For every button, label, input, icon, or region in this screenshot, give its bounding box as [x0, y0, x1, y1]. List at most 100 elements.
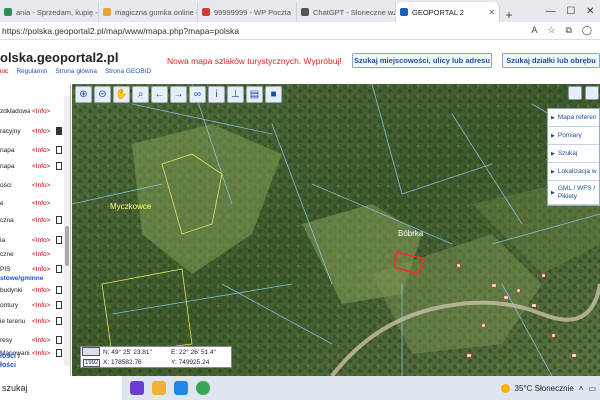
layer-info-link[interactable]: <Info> — [32, 200, 50, 207]
layer-row[interactable]: ia <Info> — [0, 233, 62, 247]
section-heading[interactable]: stowe/gminne — [0, 275, 43, 282]
document-icon[interactable] — [56, 336, 62, 344]
print-icon[interactable]: ▤ — [246, 85, 263, 103]
zoom-area-icon[interactable]: ⌕ — [132, 85, 149, 103]
network-icon[interactable]: ▭ — [588, 384, 596, 393]
document-icon[interactable] — [56, 216, 62, 224]
measure-icon[interactable]: ⊥ — [227, 85, 244, 103]
promo-link[interactable]: Nowa mapa szlaków turystycznych. Wypróbu… — [167, 56, 342, 66]
search-address-button[interactable]: Szukaj miejscowości, ulicy lub adresu — [352, 53, 492, 68]
layer-row[interactable]: budynki <Info> — [0, 283, 62, 297]
layout-icon[interactable] — [568, 86, 582, 100]
scrollbar-thumb[interactable] — [65, 226, 69, 266]
maximize-button[interactable]: ☐ — [566, 6, 575, 17]
layer-row[interactable]: ie terenu <Info> — [0, 314, 62, 328]
subnav-geobid[interactable]: Strona GEOBID — [105, 68, 151, 75]
layer-info-link[interactable]: <Info> — [32, 108, 50, 115]
layer-info-link[interactable]: <Info> — [32, 266, 50, 273]
tab-geoportal[interactable]: GEOPORTAL 2 ✕ — [396, 2, 500, 22]
tab-mail[interactable]: 99999999 - WP Poczta ✕ — [198, 2, 297, 22]
chrome-icon[interactable] — [196, 381, 210, 395]
layer-row[interactable]: ontury <Info> — [0, 298, 62, 312]
aerial-map[interactable]: Myczkowce Bóbrka — [72, 84, 600, 376]
layer-info-link[interactable]: <Info> — [32, 350, 50, 357]
site-logo[interactable]: olska.geoportal2.pl — [0, 50, 118, 65]
file-explorer-icon[interactable] — [152, 381, 166, 395]
layer-info-link[interactable]: <Info> — [32, 217, 50, 224]
sidebar-scrollbar[interactable] — [64, 96, 70, 366]
document-icon[interactable] — [56, 127, 62, 135]
panel-item-search[interactable]: ▶ Szukaj — [548, 145, 599, 163]
layer-info-link[interactable]: <Info> — [32, 163, 50, 170]
zoom-out-icon[interactable]: ⊖ — [94, 85, 111, 103]
map-view[interactable]: Myczkowce Bóbrka — [72, 84, 600, 376]
subnav-fragment[interactable]: ioc — [0, 68, 8, 75]
new-tab-button[interactable]: + — [500, 8, 518, 22]
tab-chatgpt[interactable]: ChatGPT - Słoneczne wzgórz ✕ — [297, 2, 396, 22]
subnav-regulamin[interactable]: Regulamin — [16, 68, 47, 75]
extensions-icon[interactable]: ⧉ — [565, 25, 571, 36]
layer-info-link[interactable]: <Info> — [32, 302, 50, 309]
panel-item-gml[interactable]: ▶ GML / WFS / Pikiety — [548, 181, 599, 205]
document-icon[interactable] — [56, 349, 62, 357]
layer-info-link[interactable]: <Info> — [32, 237, 50, 244]
document-icon[interactable] — [56, 301, 62, 309]
bottom-link[interactable]: łości — [0, 361, 20, 370]
scale-bar-icon[interactable] — [82, 347, 100, 356]
layer-row[interactable]: czna <Info> — [0, 213, 62, 227]
taskbar-search[interactable]: szukaj — [0, 376, 122, 400]
edge-icon[interactable] — [174, 381, 188, 395]
document-icon[interactable] — [56, 236, 62, 244]
document-icon[interactable] — [56, 162, 62, 170]
panel-toggle-icon[interactable] — [585, 86, 599, 100]
layer-label: napa — [0, 146, 15, 154]
panel-item-location[interactable]: ▶ Lokalizacja w — [548, 163, 599, 181]
read-aloud-icon[interactable]: A — [531, 25, 537, 36]
minimize-button[interactable]: — — [545, 6, 555, 17]
layer-info-link[interactable]: <Info> — [32, 182, 50, 189]
document-icon[interactable] — [56, 286, 62, 294]
layer-info-link[interactable]: <Info> — [32, 287, 50, 294]
layer-row[interactable]: czne <Info> — [0, 247, 62, 261]
layer-label: ości — [0, 181, 12, 189]
panel-item-measure[interactable]: ▶ Pomiary — [548, 127, 599, 145]
layer-info-link[interactable]: <Info> — [32, 128, 50, 135]
camera-icon[interactable]: ■ — [265, 85, 282, 103]
url-field[interactable]: https://polska.geoportal2.pl/map/www/map… — [2, 26, 239, 36]
layer-row[interactable]: e <Info> — [0, 196, 62, 210]
pan-hand-icon[interactable]: ✋ — [113, 85, 130, 103]
close-window-button[interactable]: ✕ — [586, 6, 594, 17]
layer-info-link[interactable]: <Info> — [32, 318, 50, 325]
info-icon[interactable]: i — [208, 85, 225, 103]
layer-info-link[interactable]: <Info> — [32, 251, 50, 258]
tray-chevron-icon[interactable]: ˄ — [579, 384, 584, 393]
favorite-star-icon[interactable]: ☆ — [547, 25, 555, 36]
layer-row[interactable]: zdkładowa <Info> — [0, 104, 62, 118]
back-arrow-icon[interactable]: ← — [151, 85, 168, 103]
subnav-home[interactable]: Strona główna — [55, 68, 97, 75]
profile-icon[interactable]: ◯ — [582, 25, 592, 36]
document-icon[interactable] — [56, 265, 62, 273]
layer-row[interactable]: napa <Info> — [0, 159, 62, 173]
document-icon[interactable] — [56, 146, 62, 154]
tab-listing[interactable]: ania - Sprzedam, kupię - ✕ — [0, 2, 99, 22]
search-plot-button[interactable]: Szukaj działki lub obrębu — [502, 53, 600, 68]
weather-text[interactable]: 35°C Słonecznie — [515, 384, 574, 393]
close-tab-icon[interactable]: ✕ — [488, 8, 495, 17]
bottom-link[interactable]: łości i — [0, 352, 20, 361]
link-icon[interactable]: ∞ — [189, 85, 206, 103]
layer-row[interactable]: resy <Info> — [0, 333, 62, 347]
forward-arrow-icon[interactable]: → — [170, 85, 187, 103]
layer-row[interactable]: PIS <Info> — [0, 262, 62, 276]
app-icon[interactable] — [130, 381, 144, 395]
coordinate-system-label[interactable]: 1992 — [83, 359, 101, 367]
document-icon[interactable] — [56, 317, 62, 325]
layer-row[interactable]: napa <Info> — [0, 143, 62, 157]
layer-row[interactable]: racyjny <Info> — [0, 124, 62, 138]
layer-info-link[interactable]: <Info> — [32, 337, 50, 344]
tab-search[interactable]: magiczna gumka online - Szuk ✕ — [99, 2, 198, 22]
layer-info-link[interactable]: <Info> — [32, 147, 50, 154]
zoom-in-icon[interactable]: ⊕ — [75, 85, 92, 103]
layer-row[interactable]: ości <Info> — [0, 178, 62, 192]
panel-item-reference-map[interactable]: ▶ Mapa referen — [548, 109, 599, 127]
